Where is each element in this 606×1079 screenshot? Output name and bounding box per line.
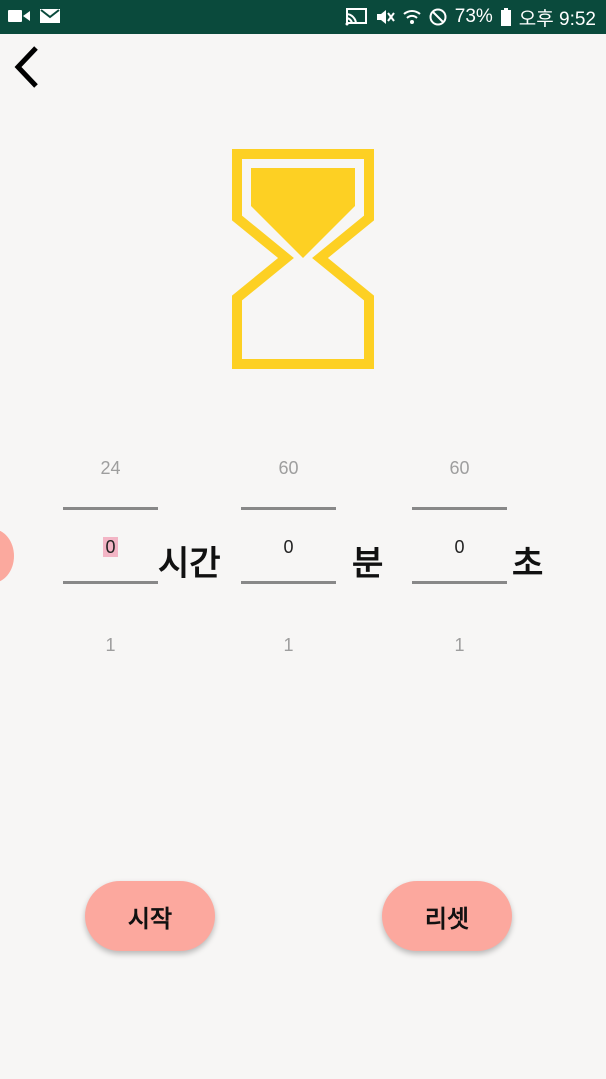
divider (241, 507, 336, 510)
hours-unit-label: 시간 (158, 544, 221, 584)
minutes-input[interactable]: 0 (241, 532, 336, 562)
hours-next-value[interactable]: 1 (63, 635, 158, 656)
minutes-next-value[interactable]: 1 (241, 635, 336, 656)
wifi-icon (403, 8, 421, 26)
divider (63, 507, 158, 510)
status-bar: 73% 오후 9:52 (0, 0, 606, 34)
divider (63, 581, 158, 584)
seconds-next-value[interactable]: 1 (412, 635, 507, 656)
battery-icon (500, 8, 511, 26)
no-disturb-icon (429, 8, 447, 26)
clock: 오후 9:52 (518, 8, 596, 30)
divider (412, 581, 507, 584)
seconds-unit-label: 초 (512, 544, 544, 584)
gmail-icon (40, 8, 60, 24)
divider (241, 581, 336, 584)
video-icon (8, 8, 30, 24)
hourglass-icon (229, 146, 377, 372)
seconds-prev-value[interactable]: 60 (412, 458, 507, 479)
minutes-prev-value[interactable]: 60 (241, 458, 336, 479)
minutes-unit-label: 분 (352, 544, 384, 584)
mute-icon (375, 8, 395, 26)
hours-prev-value[interactable]: 24 (63, 458, 158, 479)
side-circle (0, 529, 14, 583)
hours-input[interactable]: 0 (63, 532, 158, 562)
start-button[interactable]: 시작 (85, 881, 215, 951)
seconds-input[interactable]: 0 (412, 532, 507, 562)
chevron-left-icon (14, 46, 38, 88)
back-button[interactable] (10, 42, 50, 92)
battery-percent: 73% (454, 6, 493, 27)
divider (412, 507, 507, 510)
cast-icon (345, 8, 367, 26)
reset-button[interactable]: 리셋 (382, 881, 512, 951)
